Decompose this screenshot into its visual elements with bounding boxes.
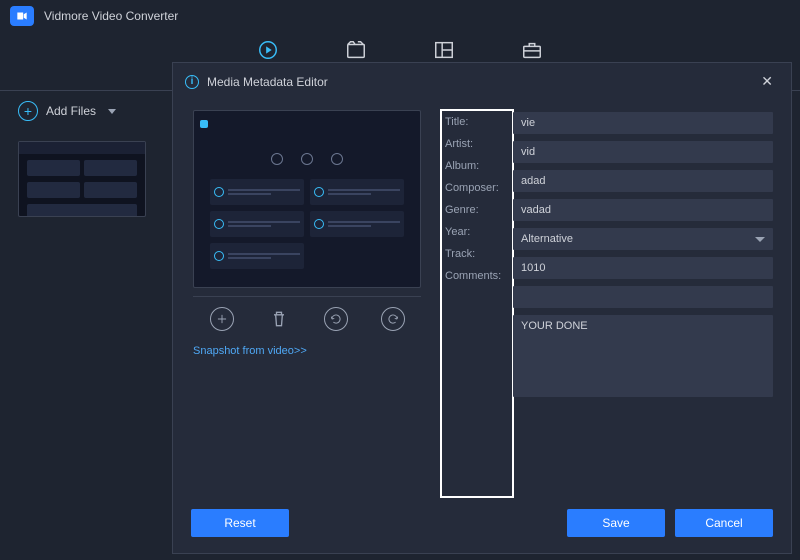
snapshot-link[interactable]: Snapshot from video>> xyxy=(193,345,307,357)
info-icon: i xyxy=(185,75,199,89)
app-title: Vidmore Video Converter xyxy=(44,9,178,23)
title-field[interactable] xyxy=(513,112,773,134)
save-button[interactable]: Save xyxy=(567,509,665,537)
chevron-down-icon[interactable] xyxy=(108,109,116,114)
label-year: Year: xyxy=(445,226,509,238)
artist-field[interactable] xyxy=(513,141,773,163)
genre-select[interactable] xyxy=(513,228,773,250)
label-comments: Comments: xyxy=(445,270,509,282)
add-files-button[interactable]: Add Files xyxy=(46,104,96,118)
label-title: Title: xyxy=(445,116,509,128)
comments-field[interactable] xyxy=(513,315,773,397)
year-field[interactable] xyxy=(513,257,773,279)
field-labels: Title: Artist: Album: Composer: Genre: Y… xyxy=(441,110,513,497)
plus-icon: + xyxy=(18,101,38,121)
tab-converter[interactable] xyxy=(254,38,282,62)
track-field[interactable] xyxy=(513,286,773,308)
close-icon[interactable]: ✕ xyxy=(755,71,779,92)
tab-media[interactable] xyxy=(342,38,370,62)
label-composer: Composer: xyxy=(445,182,509,194)
redo-button[interactable] xyxy=(381,307,405,331)
label-track: Track: xyxy=(445,248,509,260)
main-tabs xyxy=(0,32,800,62)
tab-toolbox[interactable] xyxy=(518,38,546,62)
metadata-editor-dialog: i Media Metadata Editor ✕ xyxy=(172,62,792,554)
dialog-header: i Media Metadata Editor ✕ xyxy=(173,63,791,100)
add-cover-button[interactable] xyxy=(210,307,234,331)
delete-cover-button[interactable] xyxy=(267,307,291,331)
album-field[interactable] xyxy=(513,170,773,192)
video-preview xyxy=(193,110,421,288)
tab-collage[interactable] xyxy=(430,38,458,62)
cancel-button[interactable]: Cancel xyxy=(675,509,773,537)
composer-field[interactable] xyxy=(513,199,773,221)
undo-button[interactable] xyxy=(324,307,348,331)
dialog-title: Media Metadata Editor xyxy=(207,75,328,89)
reset-button[interactable]: Reset xyxy=(191,509,289,537)
label-album: Album: xyxy=(445,160,509,172)
queue-thumbnail[interactable] xyxy=(18,141,146,217)
title-bar: Vidmore Video Converter xyxy=(0,0,800,32)
label-artist: Artist: xyxy=(445,138,509,150)
label-genre: Genre: xyxy=(445,204,509,216)
app-logo xyxy=(10,6,34,26)
